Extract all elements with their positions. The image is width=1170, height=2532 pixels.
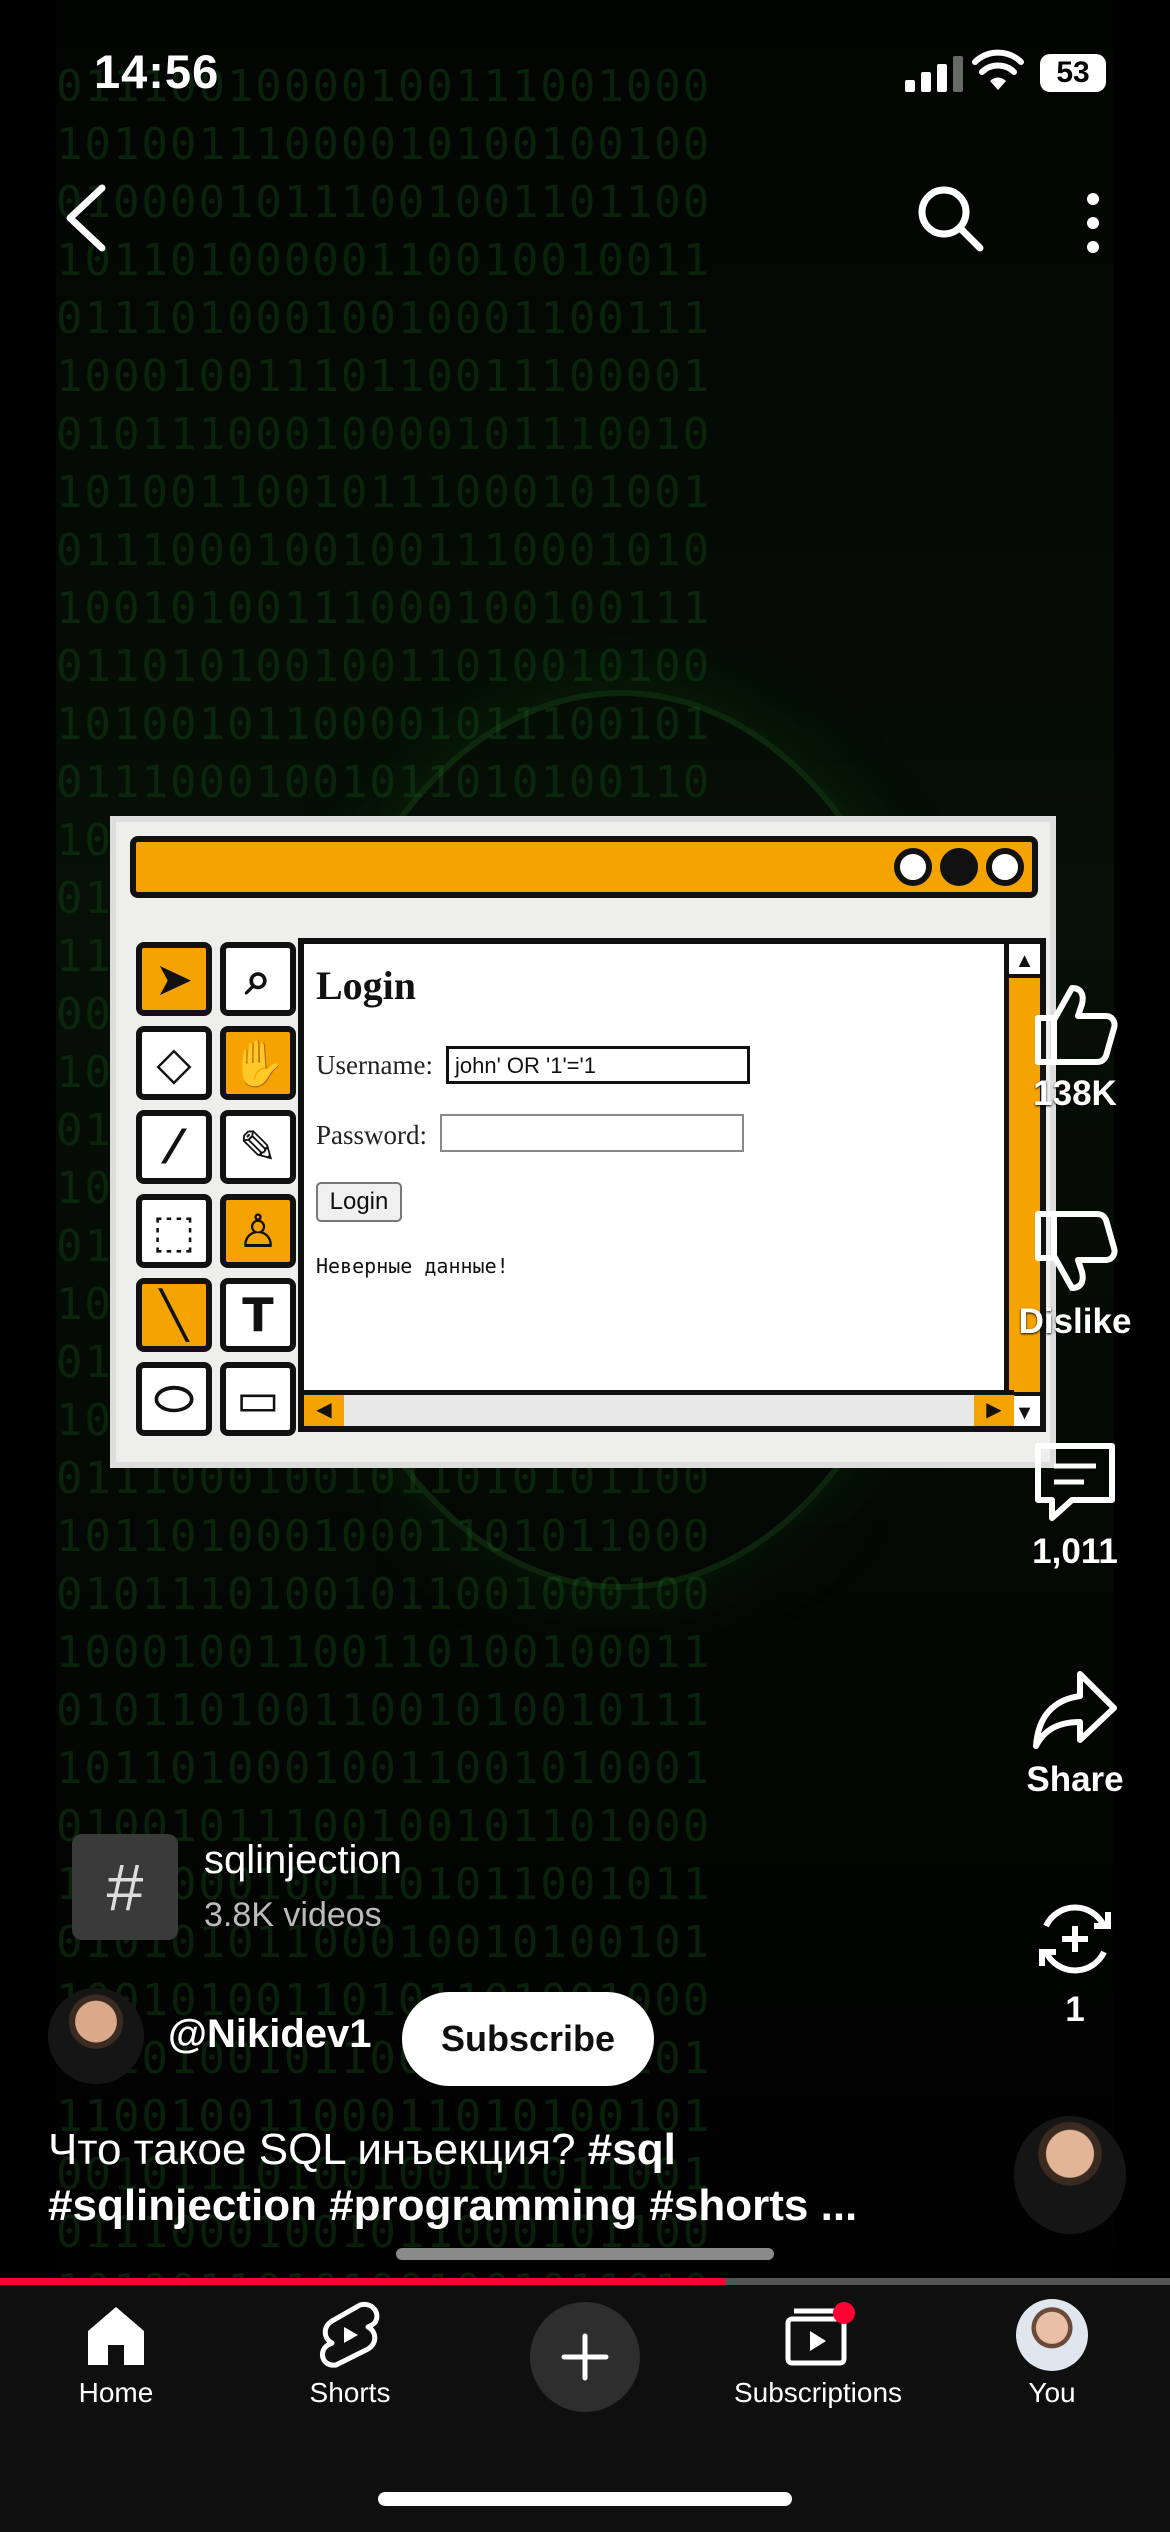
share-button[interactable]: Share — [1010, 1668, 1140, 1800]
nav-label-shorts: Shorts — [309, 2377, 391, 2408]
error-text: Неверные данные! — [316, 1254, 509, 1278]
remix-icon — [1039, 1904, 1111, 1974]
nav-shorts[interactable]: Shorts — [250, 2299, 450, 2409]
nav-label-you: You — [1028, 2377, 1076, 2408]
login-panel: Login Username: john' OR '1'='1 Password… — [298, 938, 1046, 1432]
video-caption[interactable]: Что такое SQL инъекция? #sql #sqlinjecti… — [48, 2122, 978, 2234]
remix-button[interactable]: 1 — [1010, 1896, 1140, 2030]
plus-icon — [561, 2333, 609, 2381]
hashtag-name[interactable]: sqlinjection — [204, 1838, 402, 1883]
comment-count: 1,011 — [1032, 1532, 1118, 1571]
hand-tool-icon: ✋ — [220, 1026, 296, 1100]
channel-handle[interactable]: @Nikidev1 — [168, 2012, 372, 2057]
thumbs-down-icon — [1035, 1211, 1118, 1291]
scroll-up-icon: ▲ — [1009, 944, 1040, 978]
eyedropper-tool-icon: ⁄ — [136, 1110, 212, 1184]
nav-subscriptions[interactable]: Subscriptions — [718, 2299, 918, 2409]
horizontal-scrollbar: ◀ ▶ — [304, 1390, 1014, 1426]
video-login-window: ➤ ⌕ ◇ ✋ ⁄ ✎ ⬚ ♙ ╲ T ⬭ ▭ Login Username: … — [110, 816, 1056, 1468]
caption-text: Что такое SQL инъекция? — [48, 2125, 588, 2174]
sound-avatar[interactable] — [1014, 2116, 1126, 2234]
eraser-tool-icon: ◇ — [136, 1026, 212, 1100]
stamp-tool-icon: ♙ — [220, 1194, 296, 1268]
seek-handle[interactable] — [396, 2248, 774, 2260]
select-tool-icon: ⬚ — [136, 1194, 212, 1268]
text-tool-icon: T — [220, 1278, 296, 1352]
progress-fill — [0, 2278, 726, 2285]
login-title: Login — [316, 963, 417, 1008]
search-icon[interactable] — [914, 182, 986, 254]
scroll-left-icon: ◀ — [304, 1395, 344, 1426]
hashtag-video-count: 3.8K videos — [204, 1896, 382, 1934]
user-avatar — [1016, 2299, 1088, 2371]
create-button[interactable] — [530, 2302, 640, 2412]
window-dot-icon — [986, 848, 1024, 886]
window-dot-icon — [940, 848, 978, 886]
nav-home[interactable]: Home — [16, 2299, 216, 2409]
like-button[interactable]: 138K — [1010, 982, 1140, 1114]
cellular-signal-icon — [905, 56, 963, 92]
thumbs-up-icon — [1035, 985, 1118, 1065]
nav-label-subscriptions: Subscriptions — [733, 2377, 903, 2408]
caption-hashtag[interactable]: #sql — [588, 2125, 676, 2174]
home-icon — [88, 2307, 144, 2365]
more-vertical-icon[interactable] — [1078, 190, 1108, 256]
dislike-label: Dislike — [1018, 1302, 1132, 1341]
hashtag-icon[interactable]: # — [72, 1834, 178, 1940]
nav-label-home: Home — [78, 2377, 154, 2408]
caption-hashtags[interactable]: #sqlinjection #programming #shorts ... — [48, 2181, 857, 2230]
rectangle-tool-icon: ▭ — [220, 1362, 296, 1436]
window-dot-icon — [894, 848, 932, 886]
scroll-right-icon: ▶ — [974, 1395, 1014, 1426]
password-label: Password: — [316, 1120, 428, 1150]
username-field: john' OR '1'='1 — [446, 1046, 750, 1084]
share-arrow-icon — [1033, 1671, 1117, 1749]
dislike-button[interactable]: Dislike — [1010, 1210, 1140, 1342]
comments-button[interactable]: 1,011 — [1010, 1440, 1140, 1572]
password-field — [440, 1114, 744, 1152]
home-indicator — [378, 2492, 792, 2506]
subscribe-button[interactable]: Subscribe — [402, 1992, 654, 2086]
battery-icon: 53 — [1040, 54, 1106, 92]
share-label: Share — [1026, 1760, 1124, 1799]
window-titlebar — [130, 836, 1038, 898]
status-time: 14:56 — [94, 45, 220, 98]
status-bar: 14:56 53 — [0, 0, 1170, 150]
username-label: Username: — [316, 1050, 433, 1080]
back-chevron-icon[interactable] — [56, 182, 116, 254]
pencil-tool-icon: ✎ — [220, 1110, 296, 1184]
wifi-icon — [972, 49, 1024, 90]
nav-you[interactable]: You — [952, 2299, 1152, 2409]
comment-icon — [1035, 1443, 1115, 1521]
ellipse-tool-icon: ⬭ — [136, 1362, 212, 1436]
like-count: 138K — [1033, 1074, 1117, 1113]
remix-count: 1 — [1065, 1990, 1085, 2029]
pointer-tool-icon: ➤ — [136, 942, 212, 1016]
shorts-icon — [319, 2301, 380, 2368]
channel-avatar[interactable] — [48, 1988, 144, 2084]
magnifier-tool-icon: ⌕ — [220, 942, 296, 1016]
subscriptions-icon — [785, 2302, 855, 2366]
shorts-player: 01110010000100111001000 1010011100001010… — [0, 0, 1170, 2532]
login-button: Login — [316, 1182, 402, 1222]
line-tool-icon: ╲ — [136, 1278, 212, 1352]
